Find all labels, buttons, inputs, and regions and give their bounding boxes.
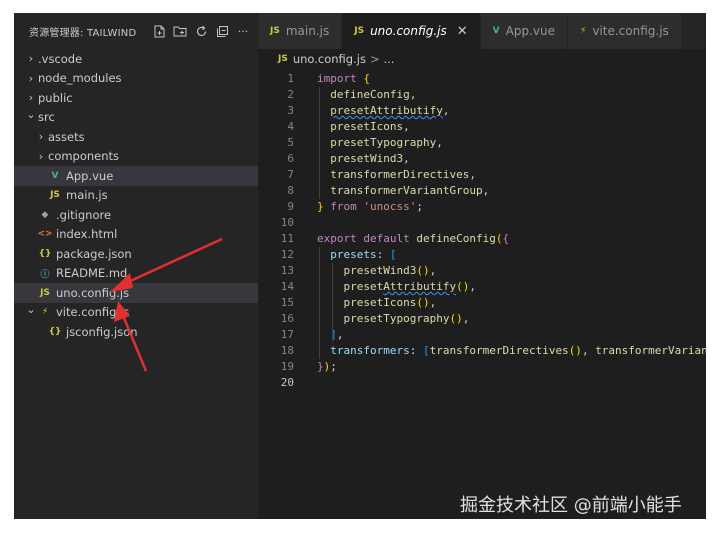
watermark: 掘金技术社区 @前端小能手: [460, 495, 682, 516]
vscode-window: 资源管理器: TAILWIND ··· › .vscode › node_module…: [14, 13, 706, 519]
red-arrow-to-vite-config: [114, 301, 148, 372]
annotation-arrows: [110, 237, 223, 372]
red-arrow-to-uno-config: [110, 237, 223, 292]
